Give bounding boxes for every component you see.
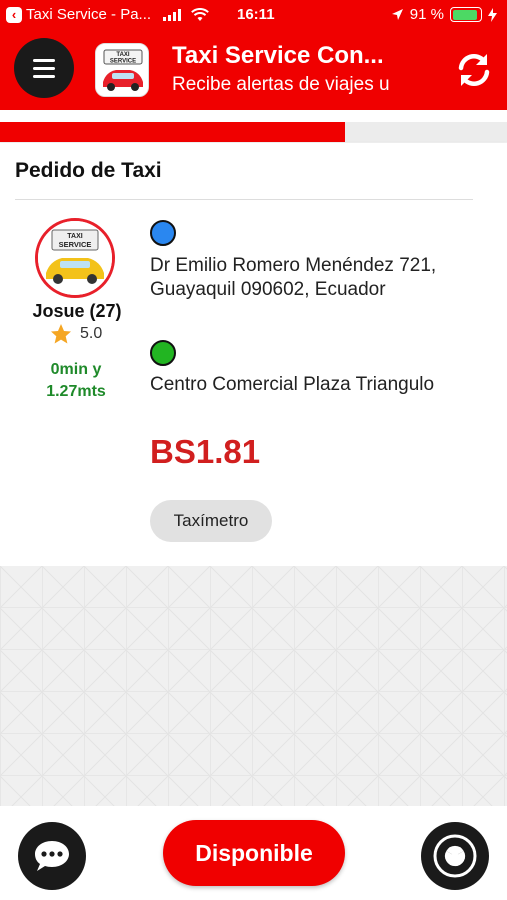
driver-avatar: TAXI SERVICE [35,218,115,298]
request-timer-fill [0,122,345,142]
taxi-request-card: Pedido de Taxi TAXI SERVICE Josue (27) 5… [0,143,507,566]
battery-icon [450,7,482,22]
eta-distance: 1.27mts [46,383,106,400]
logo-text-bottom: SERVICE [110,59,136,65]
menu-icon-bar [33,58,55,62]
driver-name: Josue (27) [32,301,122,321]
taxi-logo-icon: TAXI SERVICE [96,44,148,96]
divider [15,199,473,200]
background-pattern [0,566,507,806]
chat-button[interactable] [18,822,86,890]
bottom-bar: Disponible [0,806,507,900]
status-right: 91 % [391,6,497,23]
destination-address: Centro Comercial Plaza Triangulo [150,374,435,395]
request-timer-bar [0,122,507,142]
chat-bubble-icon [35,841,69,871]
app-title: Taxi Service Con... [172,42,384,69]
taxi-avatar-icon: TAXI SERVICE [38,221,112,295]
menu-icon-bar [33,66,55,70]
app-logo: TAXI SERVICE [95,43,149,97]
battery-percent: 91 % [409,6,444,23]
refresh-icon[interactable] [452,48,496,92]
logo-text-top: TAXI [116,52,130,58]
alert-button[interactable] [421,822,489,890]
taximetro-button[interactable]: Taxímetro [150,500,272,542]
cell-signal-icon [163,8,182,21]
battery-fill [452,9,478,20]
clock: 16:11 [237,6,275,23]
back-app-label[interactable]: Taxi Service - Pa... [26,6,151,23]
menu-button[interactable] [14,38,74,98]
origin-address: Dr Emilio Romero Menéndez 721, Guayaquil… [150,255,437,300]
origin-marker-icon [150,220,176,246]
card-title: Pedido de Taxi [15,159,162,182]
menu-icon-bar [33,74,55,78]
driver-eta: 0min y 1.27mts [18,359,134,403]
driver-rating: 5.0 [50,323,102,345]
disponible-button[interactable]: Disponible [163,820,345,886]
avatar-text-top: TAXI [67,233,82,240]
fare-amount: BS1.81 [150,433,261,470]
star-icon [51,324,71,344]
rating-value: 5.0 [80,325,103,342]
charging-bolt-icon [488,7,497,22]
avatar-text-bottom: SERVICE [59,240,92,249]
progress-area [0,110,507,142]
eta-time: 0min y [50,361,102,378]
status-left: ‹ Taxi Service - Pa... [6,6,209,23]
app-subtitle: Recibe alertas de viajes u [172,74,390,95]
status-bar: ‹ Taxi Service - Pa... 16:11 91 % [0,0,507,30]
location-arrow-icon [391,9,403,20]
wifi-icon [191,7,209,21]
app-header: TAXI SERVICE Taxi Service Con... Recibe … [0,30,507,110]
radiation-icon [433,834,477,878]
back-to-app-icon[interactable]: ‹ [6,6,22,23]
destination-marker-icon [150,340,176,366]
